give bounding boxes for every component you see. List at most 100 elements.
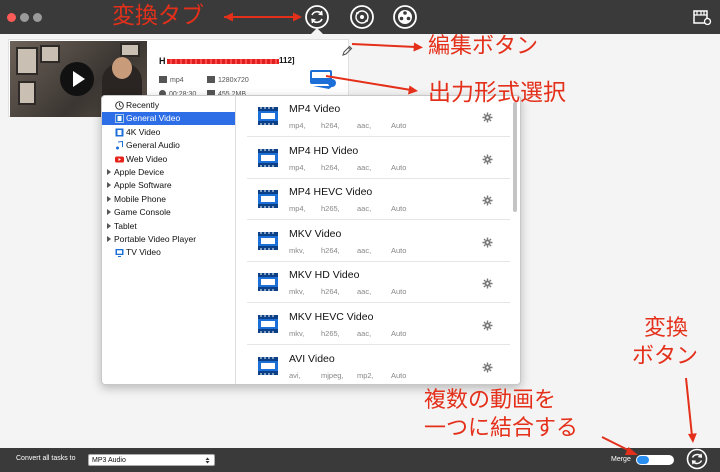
category-label: 4K Video bbox=[126, 126, 161, 137]
format-title: MP4 HEVC Video bbox=[289, 186, 373, 199]
gear-icon[interactable] bbox=[482, 110, 493, 123]
video-tools-icon[interactable] bbox=[692, 7, 712, 27]
file-format-icon bbox=[159, 76, 167, 83]
video-format-icon bbox=[257, 230, 279, 252]
format-spec: mp4, bbox=[289, 121, 306, 130]
file-name: H 112] bbox=[159, 56, 305, 68]
format-title: MP4 HD Video bbox=[289, 144, 359, 157]
tab-disc[interactable] bbox=[349, 4, 375, 30]
format-spec: mkv, bbox=[289, 287, 305, 297]
youtube-icon bbox=[115, 155, 124, 164]
expand-caret-icon[interactable] bbox=[107, 195, 111, 202]
category-label: Mobile Phone bbox=[114, 193, 166, 204]
format-dropdown: Recently General Video 4K Video General Aud… bbox=[101, 95, 521, 385]
format-list-scrollbar[interactable] bbox=[513, 102, 517, 212]
format-title: MP4 Video bbox=[289, 103, 341, 115]
merge-toggle-knob bbox=[637, 456, 649, 464]
format-spec: Auto bbox=[391, 370, 407, 380]
category-item[interactable]: General Audio bbox=[102, 139, 235, 152]
video-format-icon bbox=[257, 188, 279, 210]
format-spec: mkv, bbox=[289, 329, 305, 338]
category-item[interactable]: TV Video bbox=[102, 246, 235, 259]
gear-icon[interactable] bbox=[482, 152, 493, 165]
category-item[interactable]: 4K Video bbox=[102, 126, 235, 139]
format-spec: Auto bbox=[391, 121, 407, 130]
play-button[interactable] bbox=[60, 62, 94, 96]
convert-all-format-select[interactable]: MP3 Audio bbox=[88, 454, 215, 466]
resolution-icon bbox=[207, 76, 215, 83]
format-spec: mkv, bbox=[289, 245, 305, 255]
video-format-icon bbox=[257, 105, 279, 127]
category-list: Recently General Video 4K Video General Aud… bbox=[102, 96, 236, 384]
expand-caret-icon[interactable] bbox=[107, 182, 111, 189]
convert-button[interactable] bbox=[686, 448, 708, 470]
convert-all-label: Convert all tasks to bbox=[16, 455, 76, 462]
category-item[interactable]: Tablet bbox=[102, 220, 235, 233]
format-item[interactable]: MKV Video mkv, h264, aac, Auto bbox=[247, 221, 510, 262]
video-format-icon bbox=[257, 147, 279, 169]
format-item[interactable]: MKV HEVC Video mkv, h265, aac, Auto bbox=[247, 304, 510, 345]
format-title: MKV Video bbox=[289, 227, 342, 240]
window-maximize-button[interactable] bbox=[33, 13, 42, 22]
category-label: Portable Video Player bbox=[114, 234, 197, 244]
convert-all-value: MP3 Audio bbox=[92, 457, 126, 464]
video-format-icon bbox=[257, 271, 279, 293]
format-spec: aac, bbox=[357, 162, 372, 172]
category-label: General Audio bbox=[126, 140, 180, 151]
format-spec: h264, bbox=[321, 121, 340, 130]
tv-icon bbox=[115, 248, 124, 258]
category-item[interactable]: Recently bbox=[102, 99, 235, 112]
format-spec: mp2, bbox=[357, 370, 374, 380]
window-minimize-button[interactable] bbox=[20, 13, 29, 22]
merge-toggle[interactable] bbox=[636, 455, 674, 465]
format-spec: mjpeg, bbox=[321, 370, 344, 380]
category-label: TV Video bbox=[126, 247, 161, 258]
output-format-badge-icon[interactable] bbox=[309, 68, 337, 90]
format-spec: aac, bbox=[357, 329, 372, 338]
edit-pencil-icon[interactable] bbox=[341, 45, 353, 57]
category-item[interactable]: Apple Software bbox=[102, 179, 235, 192]
gear-icon[interactable] bbox=[482, 276, 493, 289]
format-item[interactable]: MKV HD Video mkv, h264, aac, Auto bbox=[247, 262, 510, 304]
expand-caret-icon[interactable] bbox=[107, 222, 111, 229]
format-info: mp4 bbox=[159, 76, 184, 86]
format-spec: aac, bbox=[357, 204, 372, 214]
expand-caret-icon[interactable] bbox=[107, 209, 111, 216]
film-4k-icon bbox=[115, 128, 124, 137]
format-title: MKV HEVC Video bbox=[289, 311, 374, 323]
annotation-edit-button: 編集ボタン bbox=[428, 34, 539, 59]
bottom-bar: Convert all tasks to MP3 Audio Merge bbox=[0, 448, 720, 472]
category-item[interactable]: Web Video bbox=[102, 153, 235, 166]
gear-icon[interactable] bbox=[482, 360, 493, 373]
category-label: Apple Device bbox=[114, 167, 165, 177]
format-list: MP4 Video mp4, h264, aac, Auto MP4 HD Video mp… bbox=[247, 96, 510, 384]
format-item[interactable]: MP4 HD Video mp4, h264, aac, Auto bbox=[247, 138, 510, 179]
format-spec: aac, bbox=[357, 121, 372, 130]
category-item[interactable]: General Video bbox=[102, 112, 235, 126]
format-item[interactable]: AVI Video avi, mjpeg, mp2, Auto bbox=[247, 346, 510, 384]
category-label: Apple Software bbox=[114, 180, 172, 191]
gear-icon[interactable] bbox=[482, 235, 493, 248]
annotation-convert-tab: 変換タブ bbox=[112, 3, 204, 29]
annotation-merge-line1: 複数の動画を bbox=[424, 388, 557, 413]
gear-icon[interactable] bbox=[482, 318, 493, 331]
tab-convert[interactable] bbox=[304, 4, 330, 30]
format-spec: h265, bbox=[321, 329, 340, 338]
category-item[interactable]: Apple Device bbox=[102, 166, 235, 179]
category-item[interactable]: Portable Video Player bbox=[102, 233, 235, 246]
merge-label: Merge bbox=[611, 456, 631, 463]
expand-caret-icon[interactable] bbox=[107, 236, 111, 242]
category-label: General Video bbox=[126, 113, 181, 124]
gear-icon[interactable] bbox=[482, 193, 493, 206]
category-item[interactable]: Mobile Phone bbox=[102, 193, 235, 206]
format-spec: Auto bbox=[391, 329, 407, 338]
title-bar bbox=[0, 0, 720, 34]
format-spec: Auto bbox=[391, 204, 407, 214]
format-spec: h264, bbox=[321, 162, 340, 172]
tab-toolbox[interactable] bbox=[392, 4, 418, 30]
format-item[interactable]: MP4 HEVC Video mp4, h265, aac, Auto bbox=[247, 179, 510, 221]
category-item[interactable]: Game Console bbox=[102, 206, 235, 219]
window-close-button[interactable] bbox=[7, 13, 16, 22]
expand-caret-icon[interactable] bbox=[107, 169, 111, 175]
music-note-icon bbox=[115, 141, 124, 150]
